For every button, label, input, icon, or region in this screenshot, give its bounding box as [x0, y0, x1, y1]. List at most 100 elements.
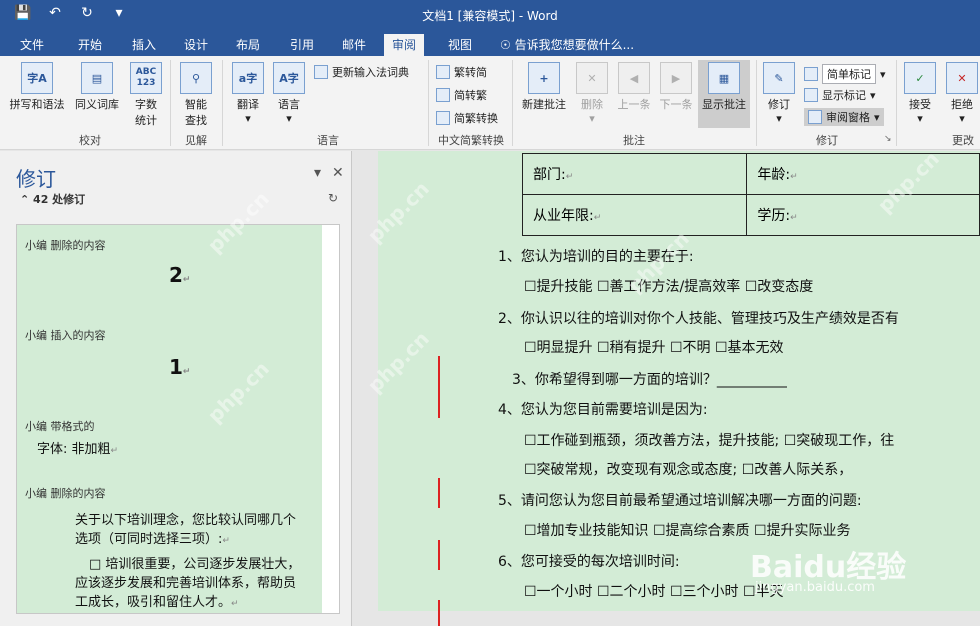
- reviewing-pane-button[interactable]: 审阅窗格 ▾: [804, 108, 884, 126]
- paragraph-mark-icon: ↵: [222, 536, 230, 546]
- document-line[interactable]: ☐突破常规，改变现有观念或态度; ☐改善人际关系，: [524, 459, 852, 479]
- smart-lookup-icon: ⚲: [180, 62, 212, 94]
- reject-button[interactable]: ✕ 拒绝 ▾: [944, 62, 980, 125]
- markup-display-dropdown[interactable]: 简单标记 ▾: [804, 64, 886, 84]
- show-markup-icon: [804, 88, 818, 102]
- tab-insert[interactable]: 插入: [124, 34, 164, 56]
- translate-label: 翻译: [237, 98, 259, 111]
- delete-label: 删除: [581, 98, 603, 111]
- document-line[interactable]: 5、请问您认为您目前最希望通过培训解决哪一方面的问题:: [498, 490, 862, 510]
- tab-view[interactable]: 视图: [440, 34, 480, 56]
- delete-comment-button[interactable]: ✕ 删除 ▾: [572, 62, 612, 125]
- show-markup-button[interactable]: 显示标记 ▾: [804, 87, 876, 103]
- language-button[interactable]: A字 语言 ▾: [270, 62, 308, 125]
- language-icon: A字: [273, 62, 305, 94]
- revision-content: 字体: 非加粗↵: [37, 438, 118, 457]
- traditional-to-simplified-button[interactable]: 繁转简: [436, 64, 487, 80]
- paragraph-mark-icon: ↵: [790, 172, 798, 182]
- revision-header: 小编 插入的内容: [25, 329, 106, 342]
- tab-file[interactable]: 文件: [12, 34, 52, 56]
- track-changes-button[interactable]: ✎ 修订 ▾: [762, 62, 796, 125]
- cell-text: 年龄:: [757, 167, 791, 183]
- smart-lookup-label-1: 智能: [185, 98, 207, 111]
- title-bar: 💾 ↶ ↻ ▾ 文档1 [兼容模式] - Word: [0, 0, 980, 30]
- separator: [222, 60, 223, 146]
- paragraph-mark-icon: ↵: [182, 367, 191, 377]
- book-icon: ▤: [81, 62, 113, 94]
- show-comments-button[interactable]: ▦ 显示批注: [698, 60, 750, 128]
- next-comment-button[interactable]: ▶ 下一条: [656, 62, 696, 112]
- chevron-down-icon: ▾: [880, 67, 886, 81]
- chevron-down-icon: ▾: [874, 110, 880, 124]
- spelling-button[interactable]: 字A 拼写和语法: [6, 62, 68, 112]
- revision-text: 1: [169, 355, 183, 379]
- show-comments-label: 显示批注: [702, 98, 746, 111]
- new-comment-button[interactable]: + 新建批注: [518, 62, 570, 112]
- group-insights: 见解: [185, 134, 207, 147]
- tab-mailings[interactable]: 邮件: [334, 34, 374, 56]
- show-markup-label: 显示标记: [822, 89, 866, 102]
- revision-header: 小编 删除的内容: [25, 487, 106, 500]
- document-line[interactable]: ☐一个小时 ☐二个小时 ☐三个小时 ☐半天: [524, 581, 784, 601]
- language-label: 语言: [278, 98, 300, 111]
- table-cell[interactable]: 学历:↵: [746, 194, 980, 236]
- document-line[interactable]: 6、您可接受的每次培训时间:: [498, 551, 680, 571]
- document-line[interactable]: ☐提升技能 ☐善工作方法/提高效率 ☐改变态度: [524, 276, 813, 296]
- ime-icon: [314, 65, 328, 79]
- paragraph-mark-icon: ↵: [593, 213, 602, 223]
- next-comment-icon: ▶: [660, 62, 692, 94]
- word-count-button[interactable]: ABC 123 字数 统计: [128, 62, 164, 128]
- document-line[interactable]: ☐增加专业技能知识 ☐提高综合素质 ☐提升实际业务: [524, 520, 851, 540]
- simplified-to-traditional-button[interactable]: 简转繁: [436, 87, 487, 103]
- revision-content: □ 培训很重要，公司逐步发展壮大， 应该逐步发展和完善培训体系，帮助员 工成长，…: [75, 555, 325, 613]
- document-line[interactable]: ☐明显提升 ☐稍有提升 ☐不明 ☐基本无效: [524, 337, 784, 357]
- previous-comment-button[interactable]: ◀ 上一条: [614, 62, 654, 112]
- tell-me-box[interactable]: ☉ 告诉我您想要做什么...: [500, 34, 634, 56]
- thesaurus-button[interactable]: ▤ 同义词库: [70, 62, 124, 112]
- tab-design[interactable]: 设计: [176, 34, 216, 56]
- new-comment-icon: +: [528, 62, 560, 94]
- word-count-label-1: 字数: [135, 98, 157, 111]
- revision-text: 2: [169, 263, 183, 287]
- dialog-launcher-icon[interactable]: ↘: [884, 134, 892, 144]
- accept-button[interactable]: ✓ 接受 ▾: [902, 62, 938, 125]
- word-count-icon: ABC 123: [130, 62, 162, 94]
- accept-icon: ✓: [904, 62, 936, 94]
- revision-content: 1↵: [169, 355, 190, 379]
- smart-lookup-button[interactable]: ⚲ 智能 查找: [176, 62, 216, 128]
- pane-scrollbar[interactable]: [322, 225, 339, 613]
- cell-text: 从业年限:: [533, 208, 594, 224]
- revision-text: 字体: 非加粗: [37, 442, 111, 457]
- group-changes: 更改: [952, 134, 974, 147]
- delete-comment-icon: ✕: [576, 62, 608, 94]
- previous-comment-icon: ◀: [618, 62, 650, 94]
- pane-options-icon[interactable]: ▾: [314, 165, 321, 181]
- revision-list[interactable]: 小编 删除的内容 2↵ 小编 插入的内容 1↵ 小编 带格式的 字体: 非加粗↵…: [16, 224, 340, 614]
- document-line[interactable]: 3、你希望得到哪一方面的培训？__________: [512, 369, 787, 389]
- table-cell[interactable]: 年龄:↵: [746, 153, 980, 195]
- smart-lookup-label-2: 查找: [185, 114, 207, 127]
- document-line[interactable]: 4、您认为您目前需要培训是因为:: [498, 399, 708, 419]
- revision-text-line: 应该逐步发展和完善培训体系，帮助员: [75, 576, 297, 591]
- chevron-down-icon: ▾: [776, 112, 782, 125]
- revision-count[interactable]: ⌃ 42 处修订: [20, 191, 85, 207]
- document-line[interactable]: ☐工作碰到瓶颈，须改善方法，提升技能; ☐突破现工作，往: [524, 430, 894, 450]
- chinese-convert-button[interactable]: 简繁转换: [436, 110, 498, 126]
- separator: [756, 60, 757, 146]
- tab-references[interactable]: 引用: [282, 34, 322, 56]
- refresh-icon[interactable]: ↻: [328, 191, 338, 205]
- to-simplified-label: 简转繁: [454, 89, 487, 102]
- tab-home[interactable]: 开始: [70, 34, 110, 56]
- update-ime-button[interactable]: 更新输入法词典: [314, 64, 409, 80]
- tab-layout[interactable]: 布局: [228, 34, 268, 56]
- close-icon[interactable]: ✕: [332, 165, 344, 181]
- revision-content: 关于以下培训理念，您比较认同哪几个 选项（可同时选择三项）:↵: [75, 511, 325, 551]
- word-count-label-2: 统计: [135, 114, 157, 127]
- table-cell[interactable]: 从业年限:↵: [521, 194, 748, 236]
- translate-button[interactable]: a字 翻译 ▾: [228, 62, 268, 125]
- chevron-down-icon: ▾: [959, 112, 965, 125]
- separator: [896, 60, 897, 146]
- document-line[interactable]: 2、你认识以往的培训对你个人技能、管理技巧及生产绩效是否有: [498, 308, 899, 328]
- table-cell[interactable]: 部门:↵: [521, 153, 748, 195]
- tab-review[interactable]: 审阅: [384, 34, 425, 56]
